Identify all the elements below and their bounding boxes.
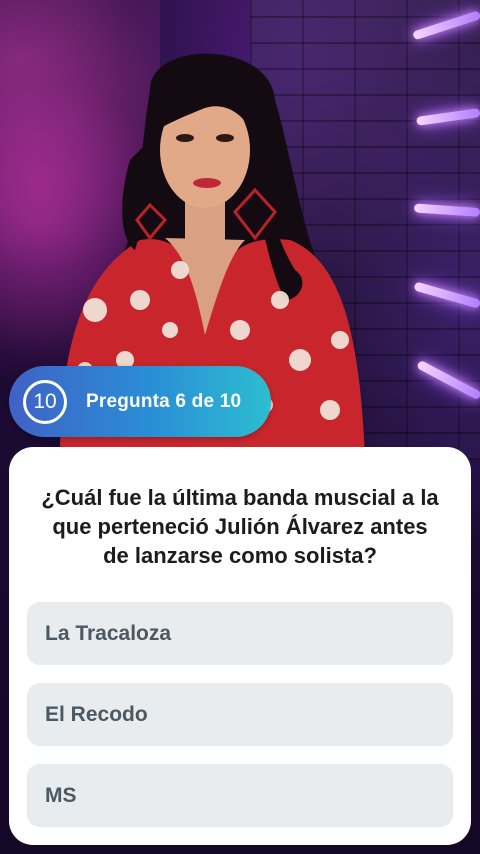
answer-option-1[interactable]: La Tracaloza [27, 602, 453, 665]
countdown-timer: 10 [23, 379, 67, 424]
question-text: ¿Cuál fue la última banda muscial a la q… [41, 485, 439, 568]
answer-option-label: MS [45, 783, 77, 807]
answer-option-3[interactable]: MS [27, 764, 453, 827]
question-counter: Pregunta 6 de 10 [86, 390, 242, 412]
answer-option-label: La Tracaloza [45, 621, 172, 645]
answer-option-2[interactable]: El Recodo [27, 683, 453, 746]
question-progress-pill: 10 Pregunta 6 de 10 [9, 366, 271, 437]
timer-value: 10 [33, 389, 57, 413]
answer-option-label: El Recodo [45, 702, 148, 726]
question-card: ¿Cuál fue la última banda muscial a la q… [9, 447, 471, 845]
